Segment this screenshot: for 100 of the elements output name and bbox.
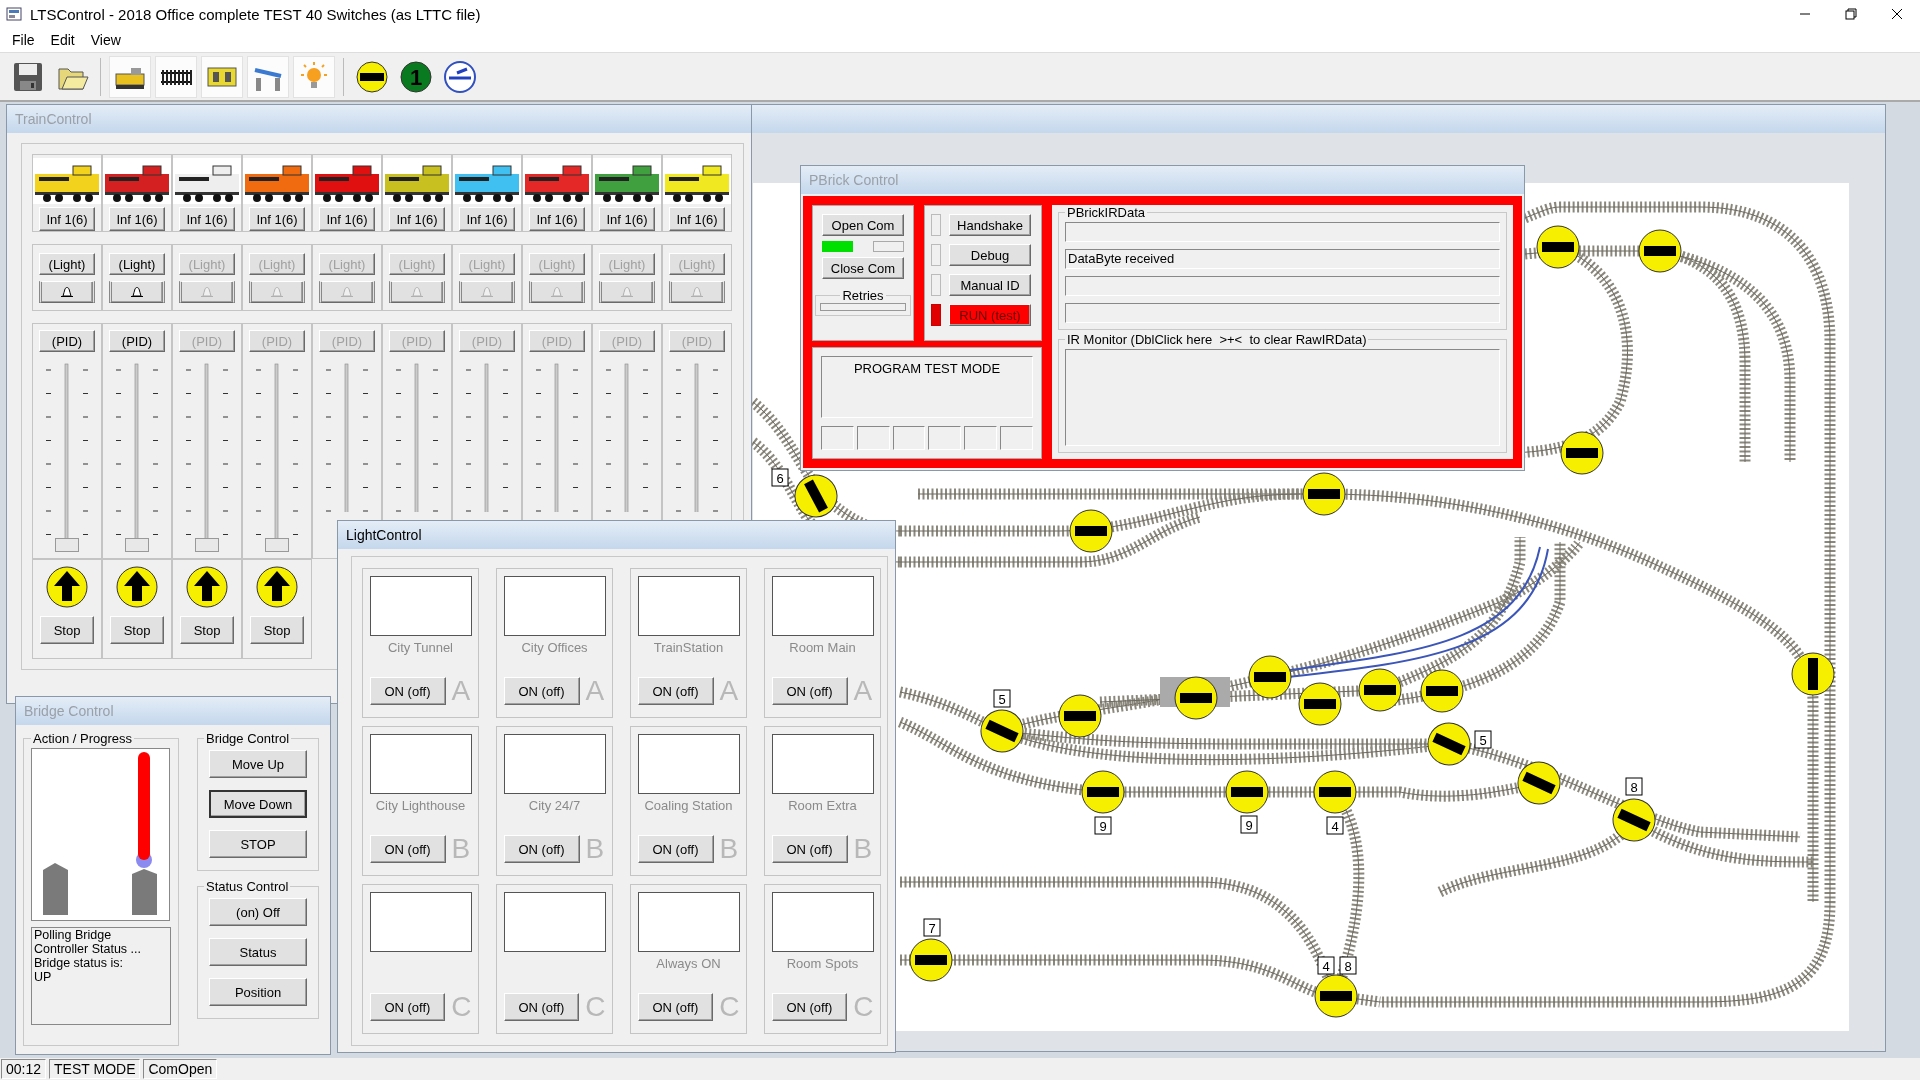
stop-button[interactable]: Stop	[180, 616, 234, 644]
light-name: Room Spots	[786, 956, 859, 971]
block-number-label: 5	[1474, 730, 1492, 749]
switch-icon[interactable]	[1427, 722, 1471, 766]
bell-button[interactable]	[179, 281, 235, 303]
toggle-button[interactable]: Manual ID	[949, 274, 1031, 296]
menu-item[interactable]: View	[82, 32, 129, 48]
bell-button[interactable]	[39, 281, 95, 303]
switch-icon[interactable]	[1298, 682, 1342, 726]
bell-button[interactable]	[459, 281, 515, 303]
arrow-up-icon[interactable]	[46, 566, 88, 608]
switch-icon[interactable]	[1313, 770, 1357, 814]
stop-button[interactable]: Stop	[250, 616, 304, 644]
switch-icon[interactable]	[1536, 225, 1580, 269]
light-button[interactable]: (Light)	[39, 253, 95, 275]
bell-button[interactable]	[249, 281, 305, 303]
locomotive-drawing	[103, 158, 171, 204]
mode-button[interactable]: Inf 1(6)	[109, 207, 165, 231]
bell-button[interactable]	[109, 281, 165, 303]
arrow-up-icon[interactable]	[186, 566, 228, 608]
arrow-up-icon[interactable]	[116, 566, 158, 608]
slider-thumb[interactable]	[195, 538, 219, 552]
switch-icon[interactable]	[1420, 669, 1464, 713]
bridge-button[interactable]: STOP	[209, 830, 307, 858]
switch-icon[interactable]	[1517, 761, 1561, 805]
bridge-button[interactable]: Move Up	[209, 750, 307, 778]
open-com-button[interactable]: Open Com	[822, 214, 904, 236]
turntable-icon[interactable]	[443, 59, 477, 94]
status-button[interactable]: (on) Off	[209, 898, 307, 926]
switch-icon[interactable]	[1225, 770, 1269, 814]
mode-button[interactable]: Inf 1(6)	[529, 207, 585, 231]
light-toggle-button[interactable]: ON (off)	[771, 835, 848, 863]
light-toggle-button[interactable]: ON (off)	[503, 993, 580, 1021]
mode-button[interactable]: Inf 1(6)	[599, 207, 655, 231]
switch-icon[interactable]	[1302, 472, 1346, 516]
switch-icon[interactable]	[1791, 652, 1835, 696]
toggle-button[interactable]: Handshake	[949, 214, 1031, 236]
signal-icon[interactable]: 1	[399, 59, 433, 94]
light-toggle-button[interactable]: ON (off)	[637, 993, 714, 1021]
switch-icon[interactable]	[1081, 770, 1125, 814]
light-toggle-button[interactable]: ON (off)	[771, 677, 848, 705]
bell-button[interactable]	[669, 281, 725, 303]
mode-button[interactable]: Inf 1(6)	[459, 207, 515, 231]
switch-icon[interactable]	[794, 474, 838, 518]
locomotive-drawing	[383, 158, 451, 204]
close-com-button[interactable]: Close Com	[822, 257, 904, 279]
bell-icon	[199, 284, 215, 300]
switch-icon[interactable]	[1612, 798, 1656, 842]
light-toggle-button[interactable]: ON (off)	[503, 835, 580, 863]
light-toggle-button[interactable]: ON (off)	[369, 677, 446, 705]
slider-thumb[interactable]	[265, 538, 289, 552]
mode-button[interactable]: Inf 1(6)	[39, 207, 95, 231]
menu-item[interactable]: File	[4, 32, 43, 48]
bell-button[interactable]	[319, 281, 375, 303]
slider-thumb[interactable]	[125, 538, 149, 552]
switch-icon[interactable]	[1058, 694, 1102, 738]
menu-item[interactable]: Edit	[42, 32, 83, 48]
bell-button[interactable]	[529, 281, 585, 303]
monitor-field[interactable]	[1065, 349, 1500, 446]
light-toggle-button[interactable]: ON (off)	[771, 993, 848, 1021]
bell-button[interactable]	[599, 281, 655, 303]
window-title: Bridge Control	[24, 703, 114, 719]
status-button[interactable]: Status	[209, 938, 307, 966]
mode-button[interactable]: Inf 1(6)	[669, 207, 725, 231]
switch-icon[interactable]	[909, 938, 953, 982]
light-button[interactable]: (Light)	[109, 253, 165, 275]
status-text: ComOpen	[143, 1059, 218, 1079]
bell-icon	[129, 284, 145, 300]
locomotive-drawing	[33, 158, 101, 204]
light-toggle-button[interactable]: ON (off)	[637, 835, 714, 863]
arrow-up-icon[interactable]	[256, 566, 298, 608]
toggle-button[interactable]: Debug	[949, 244, 1031, 266]
switch-icon[interactable]	[1560, 431, 1604, 475]
light-toggle-button[interactable]: ON (off)	[503, 677, 580, 705]
switch-icon[interactable]	[980, 709, 1024, 753]
switch-icon[interactable]	[1314, 974, 1358, 1018]
status-button[interactable]: Position	[209, 978, 307, 1006]
switch-icon[interactable]	[1069, 509, 1113, 553]
light-toggle-button[interactable]: ON (off)	[637, 677, 714, 705]
pid-button[interactable]: (PID)	[109, 330, 165, 352]
mode-button[interactable]: Inf 1(6)	[249, 207, 305, 231]
bell-button[interactable]	[389, 281, 445, 303]
mode-button[interactable]: Inf 1(6)	[389, 207, 445, 231]
switch-icon[interactable]	[355, 59, 389, 94]
slider-thumb[interactable]	[55, 538, 79, 552]
light-toggle-button[interactable]: ON (off)	[369, 993, 446, 1021]
light-toggle-button[interactable]: ON (off)	[369, 835, 446, 863]
mode-button[interactable]: Inf 1(6)	[319, 207, 375, 231]
switch-icon[interactable]	[1174, 676, 1218, 720]
stop-button[interactable]: Stop	[40, 616, 94, 644]
stop-button[interactable]: Stop	[110, 616, 164, 644]
group-letter: C	[853, 993, 874, 1021]
bridge-button[interactable]: Move Down	[209, 790, 307, 818]
switch-icon[interactable]	[1638, 229, 1682, 273]
switch-icon[interactable]	[1248, 655, 1292, 699]
group-label: Bridge Control	[205, 731, 291, 746]
switch-icon[interactable]	[1358, 668, 1402, 712]
mode-button[interactable]: Inf 1(6)	[179, 207, 235, 231]
light-name: City 24/7	[528, 798, 581, 813]
pid-button[interactable]: (PID)	[39, 330, 95, 352]
